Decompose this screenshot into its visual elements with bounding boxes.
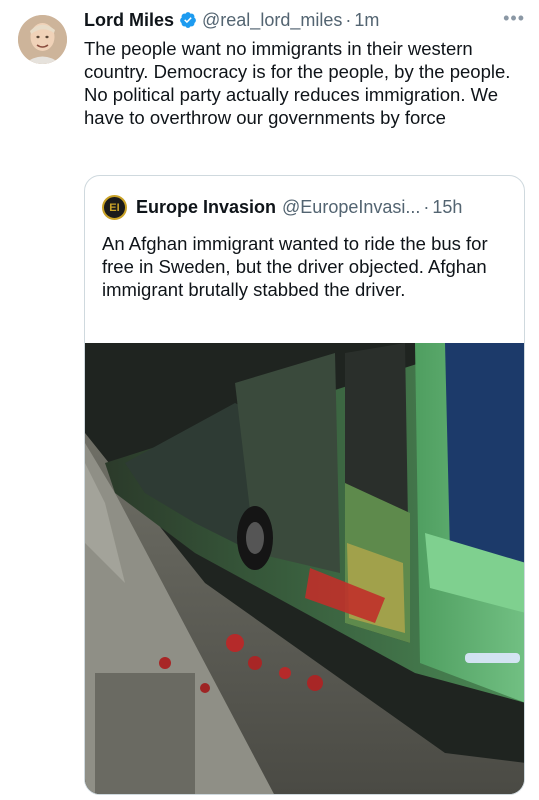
quoted-author-handle[interactable]: @EuropeInvasi... [282,197,420,218]
quoted-separator-dot: · [423,197,430,217]
photo-bus-at-stop-icon [85,343,524,794]
author-name[interactable]: Lord Miles [84,10,174,31]
separator-dot: · [345,9,352,30]
author-handle[interactable]: @real_lord_miles [202,10,342,31]
verified-badge-icon [179,11,197,29]
user-avatar-icon [18,15,67,64]
quoted-media-image[interactable] [85,343,524,794]
author-avatar[interactable] [18,15,67,64]
quoted-timestamp[interactable]: 15h [432,197,462,218]
quoted-tweet-text: An Afghan immigrant wanted to ride the b… [102,233,488,300]
tweet-timestamp[interactable]: 1m [354,10,379,31]
quoted-tweet-header: EI Europe Invasion @EuropeInvasi... · 15… [102,195,462,220]
more-options-icon[interactable]: ••• [503,8,525,29]
quoted-author-name[interactable]: Europe Invasion [136,197,276,218]
tweet-header: Lord Miles @real_lord_miles · 1m ••• [84,8,525,32]
tweet-text: The people want no immigrants in their w… [84,38,511,128]
quoted-author-avatar[interactable]: EI [102,195,127,220]
quoted-tweet[interactable]: EI Europe Invasion @EuropeInvasi... · 15… [84,175,525,795]
